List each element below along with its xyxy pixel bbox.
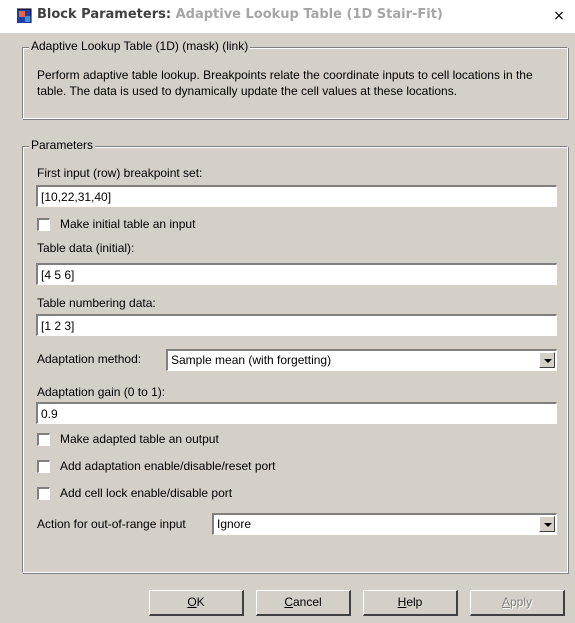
close-button[interactable]: × [551,7,567,25]
adaptation-port-checkbox[interactable] [37,460,50,473]
parameters-group-label: Parameters [29,138,96,152]
cancel-button[interactable]: Cancel [256,590,351,616]
ok-label: K [196,595,205,609]
apply-button[interactable]: Apply [470,590,565,616]
adaptation-gain-label: Adaptation gain (0 to 1): [37,385,166,399]
cell-lock-port-checkbox[interactable] [37,487,50,500]
apply-label: pply [510,595,533,609]
title-bar: Block Parameters: Adaptive Lookup Table … [0,0,575,33]
make-initial-table-input-label: Make initial table an input [60,217,196,231]
breakpoint-label: First input (row) breakpoint set: [37,166,203,180]
adaptation-method-select[interactable]: Sample mean (with forgetting) [166,349,557,371]
block-parameters-dialog: Block Parameters: Adaptive Lookup Table … [0,0,575,623]
ok-button[interactable]: OK [149,590,244,616]
out-of-range-value: Ignore [217,517,252,531]
breakpoint-input[interactable]: [10,22,31,40] [36,185,557,207]
numbering-input[interactable]: [1 2 3] [36,314,557,336]
mask-group-label: Adaptive Lookup Table (1D) (mask) (link) [29,39,251,53]
cancel-label: ancel [292,595,322,609]
chevron-down-icon[interactable] [539,516,555,532]
cell-lock-port-label: Add cell lock enable/disable port [60,486,233,500]
apply-mnemonic: A [501,595,510,609]
table-data-label: Table data (initial): [37,241,135,255]
window-title: Block Parameters: Adaptive Lookup Table … [37,7,443,22]
title-block-name: Adaptive Lookup Table (1D Stair-Fit) [175,7,443,22]
simulink-block-icon [17,8,32,23]
adaptation-port-label: Add adaptation enable/disable/reset port [60,459,276,473]
title-prefix: Block Parameters: [37,7,176,22]
adapted-table-output-label: Make adapted table an output [60,432,219,446]
help-label: elp [406,595,423,609]
adaptation-method-label: Adaptation method: [37,352,142,366]
chevron-down-icon[interactable] [539,352,555,368]
mask-description: Perform adaptive table lookup. Breakpoin… [37,68,533,98]
help-button[interactable]: Help [363,590,458,616]
adapted-table-output-checkbox[interactable] [37,433,50,446]
numbering-label: Table numbering data: [37,296,156,310]
ok-mnemonic: O [187,595,197,609]
out-of-range-select[interactable]: Ignore [212,513,557,535]
out-of-range-label: Action for out-of-range input [37,517,186,531]
cancel-mnemonic: C [284,595,293,609]
table-data-input[interactable]: [4 5 6] [36,263,557,285]
make-initial-table-input-checkbox[interactable] [37,218,50,231]
adaptation-method-value: Sample mean (with forgetting) [171,353,332,367]
close-icon: × [553,8,565,24]
adaptation-gain-input[interactable]: 0.9 [36,402,557,424]
